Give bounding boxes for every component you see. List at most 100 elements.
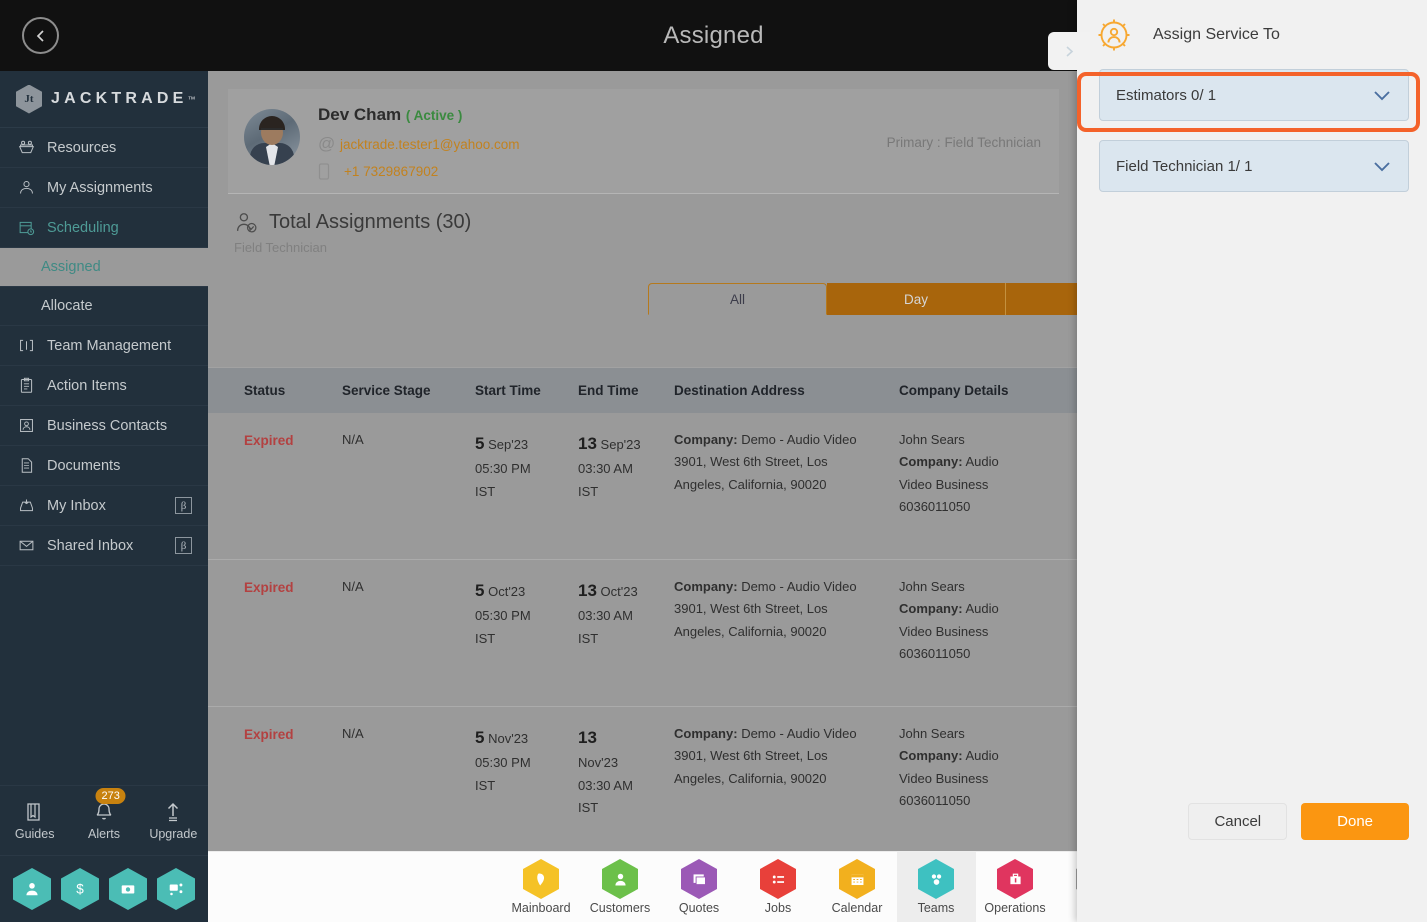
- profile-email[interactable]: jacktrade.tester1@yahoo.com: [340, 137, 520, 152]
- field-technician-dropdown-label: Field Technician 1/ 1: [1116, 157, 1253, 175]
- profile-card: Dev Cham ( Active ) @ jacktrade.tester1@…: [228, 89, 1059, 194]
- sidebar-quick-actions: $: [0, 855, 208, 922]
- dest-label: Company:: [674, 432, 738, 447]
- chevron-down-icon: [1374, 90, 1390, 100]
- trademark-mark: ™: [187, 94, 196, 104]
- status-badge: Expired: [244, 580, 294, 595]
- alerts-button[interactable]: 273 Alerts: [73, 787, 135, 841]
- sidebar-item-label: Business Contacts: [47, 417, 168, 434]
- status-badge: Expired: [244, 727, 294, 742]
- guides-button[interactable]: Guides: [4, 801, 66, 841]
- cell-start-time: 5 Nov'23 05:30 PM IST: [475, 723, 578, 851]
- tab-all[interactable]: All: [648, 283, 827, 315]
- person-hex-icon[interactable]: [13, 868, 51, 910]
- tab-day[interactable]: Day: [827, 283, 1006, 315]
- start-tz: IST: [475, 777, 496, 793]
- profile-phone[interactable]: +1 7329867902: [344, 164, 438, 179]
- start-clock: 05:30 PM: [475, 461, 531, 477]
- sidebar-item-team-management[interactable]: Team Management: [0, 326, 208, 366]
- sidebar-item-shared-inbox[interactable]: Shared Inbox β: [0, 526, 208, 566]
- nav-teams[interactable]: Teams: [896, 851, 976, 922]
- cell-service-stage: N/A: [342, 432, 364, 447]
- estimators-dropdown[interactable]: Estimators 0/ 1: [1099, 69, 1409, 121]
- company-value: Audio: [965, 601, 999, 617]
- calendar-icon: [839, 859, 875, 899]
- at-icon: @: [318, 134, 336, 153]
- sidebar-item-label: Resources: [47, 139, 117, 156]
- column-header-service-stage: Service Stage: [342, 383, 431, 398]
- sidebar-subitem-assigned[interactable]: Assigned: [0, 248, 208, 287]
- beta-badge: β: [175, 497, 192, 514]
- forward-panel-toggle[interactable]: [1048, 32, 1090, 70]
- bell-icon: [96, 802, 112, 819]
- nav-jobs[interactable]: Jobs: [739, 852, 818, 922]
- nav-calendar[interactable]: Calendar: [818, 852, 897, 922]
- table-row[interactable]: Expired N/A 5 Sep'23 05:30 PM IST 13 Sep…: [208, 413, 1077, 560]
- resources-icon: [14, 139, 38, 156]
- dest-line2: 3901, West 6th Street, Los: [674, 748, 828, 764]
- sidebar-item-scheduling[interactable]: Scheduling: [0, 208, 208, 248]
- nav-customers[interactable]: Customers: [581, 852, 660, 922]
- sidebar-item-action-items[interactable]: Action Items: [0, 366, 208, 406]
- company-value: Audio: [965, 748, 999, 764]
- nav-quotes[interactable]: Quotes: [660, 852, 739, 922]
- company-line2: Video Business: [899, 476, 989, 492]
- cell-company-details: John Sears Company: Audio Video Business…: [899, 723, 1047, 851]
- avatar: [244, 109, 300, 165]
- brand-logo: Jt JACKTRADE ™: [0, 71, 208, 128]
- dest-value: Demo - Audio Video: [741, 432, 857, 447]
- nav-operations[interactable]: Operations: [976, 852, 1055, 922]
- start-day: 5: [475, 728, 485, 747]
- company-value: Audio: [965, 454, 999, 470]
- sidebar-item-resources[interactable]: Resources: [0, 128, 208, 168]
- nav-mainboard[interactable]: Mainboard: [502, 852, 581, 922]
- beta-badge: β: [175, 537, 192, 554]
- upload-arrow-icon: [168, 802, 179, 821]
- tab-label: All: [729, 291, 745, 307]
- estimators-dropdown-label: Estimators 0/ 1: [1116, 86, 1217, 104]
- teams-icon: [918, 859, 954, 899]
- sidebar-item-my-assignments[interactable]: My Assignments: [0, 168, 208, 208]
- end-day: 13: [578, 581, 597, 600]
- jobs-icon: [760, 859, 796, 899]
- workflow-hex-icon[interactable]: [157, 868, 195, 910]
- nav-label: Mainboard: [511, 901, 571, 915]
- nav-label: Customers: [589, 901, 651, 915]
- table-row[interactable]: Expired N/A 5 Nov'23 05:30 PM IST 13 Nov…: [208, 707, 1077, 851]
- cell-start-time: 5 Oct'23 05:30 PM IST: [475, 576, 578, 706]
- company-line3: 6036011050: [899, 499, 971, 515]
- cell-destination-address: Company: Demo - Audio Video 3901, West 6…: [674, 576, 899, 706]
- dollar-hex-icon[interactable]: $: [61, 868, 99, 910]
- dest-line2: 3901, West 6th Street, Los: [674, 454, 828, 470]
- documents-icon: [14, 457, 38, 474]
- profile-email-row: @ jacktrade.tester1@yahoo.com: [318, 134, 520, 154]
- sidebar-subitem-allocate[interactable]: Allocate: [0, 287, 208, 326]
- cancel-button[interactable]: Cancel: [1188, 802, 1288, 840]
- sidebar-item-my-inbox[interactable]: My Inbox β: [0, 486, 208, 526]
- dest-value: Demo - Audio Video: [741, 579, 857, 594]
- brand-name: JACKTRADE: [51, 90, 188, 107]
- field-technician-dropdown[interactable]: Field Technician 1/ 1: [1099, 140, 1409, 192]
- sidebar-footer: Guides 273 Alerts Upgrade: [0, 785, 208, 855]
- end-clock: 03:30 AM: [578, 777, 633, 793]
- team-management-icon: [14, 337, 38, 354]
- main-content: Dev Cham ( Active ) @ jacktrade.tester1@…: [208, 71, 1077, 851]
- sidebar-item-documents[interactable]: Documents: [0, 446, 208, 486]
- payment-hex-icon[interactable]: [109, 868, 147, 910]
- primary-role: Primary : Field Technician: [887, 135, 1041, 150]
- sidebar-item-label: Team Management: [47, 337, 172, 354]
- end-tz: IST: [578, 483, 599, 499]
- company-label: Company:: [899, 601, 963, 617]
- table-row[interactable]: Expired N/A 5 Oct'23 05:30 PM IST 13 Oct…: [208, 560, 1077, 707]
- done-button[interactable]: Done: [1301, 802, 1409, 840]
- sidebar-item-business-contacts[interactable]: Business Contacts: [0, 406, 208, 446]
- dest-label: Company:: [674, 726, 738, 741]
- shared-inbox-icon: [14, 537, 38, 554]
- upgrade-button[interactable]: Upgrade: [142, 801, 204, 841]
- business-contacts-icon: [14, 417, 38, 434]
- customers-icon: [602, 859, 638, 899]
- tab-week[interactable]: Week: [1006, 283, 1077, 315]
- nav-label: Quotes: [678, 901, 720, 915]
- primary-value: Field Technician: [944, 135, 1041, 150]
- guides-label: Guides: [14, 826, 55, 841]
